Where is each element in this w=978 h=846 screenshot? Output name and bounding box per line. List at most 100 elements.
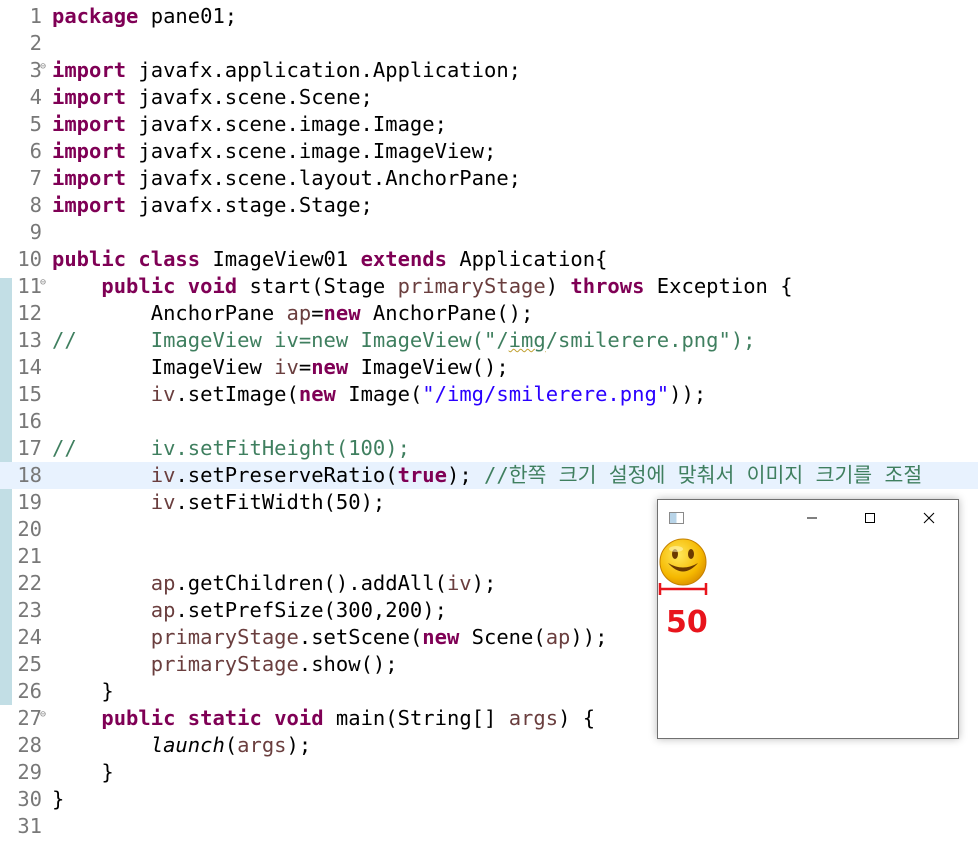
java-app-icon <box>669 512 684 524</box>
code-line[interactable]: 10 public class ImageView01 extends Appli… <box>0 246 978 273</box>
code-line[interactable]: 5 import javafx.scene.image.Image; <box>0 111 978 138</box>
code-text[interactable]: public class ImageView01 extends Applica… <box>52 246 607 273</box>
code-text[interactable]: public static void main(String[] args) { <box>52 705 595 732</box>
code-token: public <box>52 247 127 271</box>
minimize-button[interactable] <box>783 500 841 536</box>
code-token: javafx.scene.Scene; <box>126 85 373 109</box>
code-line[interactable]: 3 ⊖ import javafx.application.Application; <box>0 57 978 84</box>
line-number: 28 <box>17 733 42 757</box>
code-token: ap <box>150 571 176 595</box>
line-number: 17 <box>17 436 42 460</box>
code-text[interactable]: import javafx.scene.image.Image; <box>52 111 447 138</box>
code-line[interactable]: 12 AnchorPane ap=new AnchorPane(); <box>0 300 978 327</box>
code-line[interactable]: 4 import javafx.scene.Scene; <box>0 84 978 111</box>
code-text[interactable]: primaryStage.setScene(new Scene(ap)); <box>52 624 608 651</box>
line-number: 16 <box>17 409 42 433</box>
code-text[interactable]: } <box>52 678 114 705</box>
code-text[interactable]: import javafx.scene.layout.AnchorPane; <box>52 165 521 192</box>
line-number: 15 <box>17 382 42 406</box>
code-token: ); <box>471 571 497 595</box>
close-button[interactable] <box>900 500 958 536</box>
code-token: import <box>52 112 127 136</box>
code-token: .setFitWidth(50); <box>175 490 386 514</box>
code-text[interactable]: import javafx.scene.image.ImageView; <box>52 138 496 165</box>
code-line[interactable]: 18 iv.setPreserveRatio(true); //한쪽 크기 설정… <box>0 462 978 489</box>
code-line[interactable]: 8 import javafx.stage.Stage; <box>0 192 978 219</box>
code-line[interactable]: 11 ⊖ public void start(Stage primaryStage… <box>0 273 978 300</box>
code-line[interactable]: 9 <box>0 219 978 246</box>
code-text[interactable]: import javafx.scene.Scene; <box>52 84 373 111</box>
code-token: ) <box>545 274 571 298</box>
code-text[interactable]: public void start(Stage primaryStage) th… <box>52 273 792 300</box>
code-line[interactable]: 7 import javafx.scene.layout.AnchorPane; <box>0 165 978 192</box>
code-token: Scene( <box>459 625 546 649</box>
line-number: 11 <box>17 274 42 298</box>
code-text[interactable]: } <box>52 786 64 813</box>
code-text[interactable]: import javafx.stage.Stage; <box>52 192 373 219</box>
code-token: primaryStage <box>397 274 546 298</box>
line-number: 8 <box>29 193 42 217</box>
code-token: javafx.scene.layout.AnchorPane; <box>126 166 522 190</box>
code-text[interactable]: iv.setFitWidth(50); <box>52 489 386 516</box>
fold-toggle-icon[interactable]: ⊖ <box>40 710 46 720</box>
code-token: new <box>298 382 336 406</box>
line-number: 14 <box>17 355 42 379</box>
line-number: 18 <box>17 463 42 487</box>
code-text[interactable]: primaryStage.show(); <box>52 651 398 678</box>
code-token: public <box>101 706 176 730</box>
code-token: new <box>323 301 361 325</box>
code-token: import <box>52 193 127 217</box>
code-line[interactable]: 31 <box>0 813 978 840</box>
line-number: 1 <box>29 4 42 28</box>
code-token: } <box>52 679 114 703</box>
fold-toggle-icon[interactable]: ⊖ <box>40 278 46 288</box>
code-line[interactable]: 16 <box>0 408 978 435</box>
code-text[interactable]: // iv.setFitHeight(100); <box>52 435 410 462</box>
code-token: ImageView01 <box>200 247 361 271</box>
code-line[interactable]: 2 <box>0 30 978 57</box>
code-text[interactable]: AnchorPane ap=new AnchorPane(); <box>52 300 534 327</box>
code-token: javafx.stage.Stage; <box>126 193 373 217</box>
code-text[interactable]: iv.setPreserveRatio(true); //한쪽 크기 설정에 맞… <box>52 462 922 489</box>
code-line[interactable]: 29 } <box>0 759 978 786</box>
code-token: primaryStage <box>150 652 299 676</box>
anchor-pane: 50 <box>658 536 958 738</box>
line-number: 3 <box>29 58 42 82</box>
code-text[interactable]: package pane01; <box>52 3 237 30</box>
code-token: = <box>298 355 312 379</box>
javafx-window[interactable]: 50 <box>657 499 959 739</box>
code-text[interactable]: // ImageView iv=new ImageView("/img/smil… <box>52 327 756 354</box>
code-text[interactable]: } <box>52 759 113 786</box>
line-number: 23 <box>17 598 42 622</box>
code-token: void <box>187 274 238 298</box>
window-titlebar[interactable] <box>658 500 958 536</box>
code-text[interactable]: ImageView iv=new ImageView(); <box>52 354 509 381</box>
code-token: javafx.application.Application; <box>126 58 522 82</box>
code-line[interactable]: 1 package pane01; <box>0 3 978 30</box>
code-line[interactable]: 6 import javafx.scene.image.ImageView; <box>0 138 978 165</box>
fold-toggle-icon[interactable]: ⊖ <box>40 62 46 72</box>
window-canvas: 50 <box>658 538 708 640</box>
code-text[interactable]: iv.setImage(new Image("/img/smilerere.pn… <box>52 381 706 408</box>
code-token: ap <box>150 598 176 622</box>
maximize-button[interactable] <box>841 500 899 536</box>
line-number: 30 <box>17 787 42 811</box>
code-text[interactable]: import javafx.application.Application; <box>52 57 521 84</box>
code-text[interactable]: ap.getChildren().addAll(iv); <box>52 570 497 597</box>
code-token: ap <box>286 301 312 325</box>
code-line[interactable]: 17 // iv.setFitHeight(100); <box>0 435 978 462</box>
line-number: 6 <box>29 139 42 163</box>
code-line[interactable]: 14 ImageView iv=new ImageView(); <box>0 354 978 381</box>
line-number: 7 <box>29 166 42 190</box>
code-line[interactable]: 13 // ImageView iv=new ImageView("/img/sm… <box>0 327 978 354</box>
code-line[interactable]: 15 iv.setImage(new Image("/img/smilerere… <box>0 381 978 408</box>
code-token: /smilerere.png"); <box>545 328 756 352</box>
code-token: ); <box>286 733 312 757</box>
code-text[interactable]: ap.setPrefSize(300,200); <box>52 597 447 624</box>
code-text[interactable]: launch(args); <box>52 732 311 759</box>
code-line[interactable]: 30} <box>0 786 978 813</box>
